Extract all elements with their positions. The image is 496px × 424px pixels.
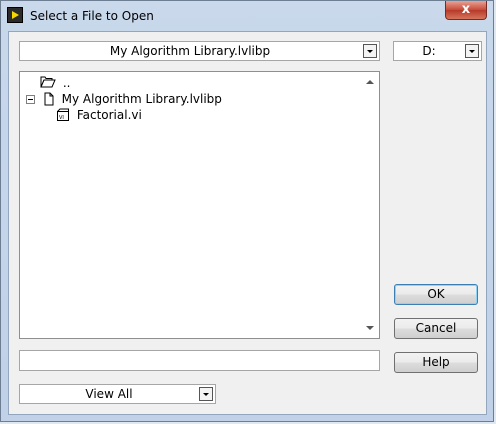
close-button[interactable]: x — [445, 1, 487, 20]
title-bar[interactable]: Select a File to Open x — [1, 1, 493, 31]
help-button[interactable]: Help — [394, 352, 478, 373]
cancel-button[interactable]: Cancel — [394, 318, 478, 339]
scroll-down-arrow-icon[interactable] — [366, 326, 374, 330]
folder-open-icon — [40, 76, 56, 88]
chevron-down-icon[interactable] — [465, 44, 479, 58]
vi-file-icon: VI — [57, 108, 69, 121]
labview-app-icon — [7, 7, 23, 23]
file-type-filter-dropdown[interactable]: View All — [19, 384, 216, 404]
ok-button[interactable]: OK — [394, 284, 478, 305]
dialog-body: My Algorithm Library.lvlibp D: .. My Alg… — [8, 31, 487, 415]
tree-item-parent[interactable]: .. — [40, 75, 70, 91]
file-type-filter-value: View All — [85, 387, 133, 401]
tree-item-label: My Algorithm Library.lvlibp — [61, 92, 222, 106]
location-dropdown[interactable]: My Algorithm Library.lvlibp — [19, 41, 380, 61]
chevron-down-icon[interactable] — [199, 387, 213, 401]
location-dropdown-value: My Algorithm Library.lvlibp — [109, 44, 271, 58]
tree-item-label: Factorial.vi — [76, 108, 142, 122]
chevron-down-icon[interactable] — [363, 44, 377, 58]
tree-item-library[interactable]: My Algorithm Library.lvlibp — [26, 91, 222, 107]
drive-dropdown[interactable]: D: — [393, 41, 482, 61]
svg-text:VI: VI — [59, 115, 64, 121]
window-title: Select a File to Open — [30, 9, 154, 23]
dialog-window: Select a File to Open x My Algorithm Lib… — [0, 0, 494, 422]
drive-dropdown-value: D: — [422, 44, 436, 58]
collapse-toggle-icon[interactable] — [26, 95, 35, 104]
close-icon: x — [461, 2, 471, 17]
tree-item-label: .. — [62, 76, 71, 90]
file-name-input[interactable] — [19, 350, 380, 371]
document-icon — [44, 92, 54, 106]
tree-item-vi[interactable]: VI Factorial.vi — [56, 107, 142, 123]
file-tree[interactable]: .. My Algorithm Library.lvlibp VI Factor… — [19, 71, 380, 339]
vertical-scrollbar[interactable] — [362, 72, 379, 338]
scroll-up-arrow-icon[interactable] — [366, 80, 374, 84]
